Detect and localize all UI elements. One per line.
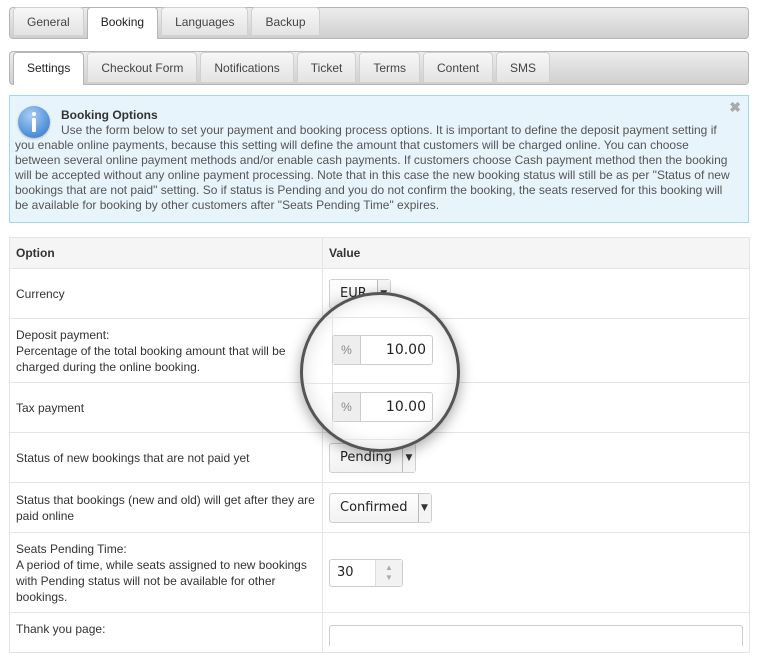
tab-content[interactable]: Content xyxy=(423,52,494,82)
info-body: Use the form below to set your payment a… xyxy=(15,123,730,212)
tab-ticket[interactable]: Ticket xyxy=(296,52,357,82)
table-row: Seats Pending Time: A period of time, whi… xyxy=(9,532,750,613)
deposit-desc: Percentage of the total booking amount t… xyxy=(16,343,286,374)
tab-sms[interactable]: SMS xyxy=(496,52,551,82)
tab-settings[interactable]: Settings xyxy=(13,52,85,85)
tab-backup[interactable]: Backup xyxy=(251,7,320,35)
spin-down-icon[interactable]: ▼ xyxy=(385,573,393,583)
chevron-down-icon: ▼ xyxy=(417,493,431,522)
status-paid-label: Status that bookings (new and old) will … xyxy=(9,482,323,533)
thank-you-label: Thank you page: xyxy=(9,612,323,653)
currency-label: Currency xyxy=(9,268,323,319)
table-row: Thank you page: xyxy=(9,612,750,653)
tax-input-magnified: % 10.00 xyxy=(332,392,433,422)
tab-notifications[interactable]: Notifications xyxy=(200,52,294,82)
header-option: Option xyxy=(9,237,323,269)
deposit-input-magnified: % 10.00 xyxy=(332,335,433,365)
pending-time-desc: A period of time, while seats assigned t… xyxy=(16,557,307,604)
header-value: Value xyxy=(322,237,750,269)
main-tab-bar: General Booking Languages Backup xyxy=(9,7,749,39)
table-row: Status that bookings (new and old) will … xyxy=(9,482,750,533)
magnifier-lens: % 10.00 % 10.00 xyxy=(300,292,460,452)
deposit-label: Deposit payment: xyxy=(16,327,110,342)
info-title: Booking Options xyxy=(61,108,158,122)
thank-you-url-input[interactable] xyxy=(329,625,743,646)
sub-tab-bar: Settings Checkout Form Notifications Tic… xyxy=(9,51,749,85)
pending-time-stepper[interactable]: 30 ▲ ▼ xyxy=(329,558,403,587)
tab-terms[interactable]: Terms xyxy=(359,52,420,82)
close-icon[interactable]: ✖ xyxy=(729,100,741,115)
tab-checkout-form[interactable]: Checkout Form xyxy=(87,52,198,82)
pending-time-label: Seats Pending Time: xyxy=(16,541,127,556)
tab-languages[interactable]: Languages xyxy=(161,7,249,35)
spin-up-icon[interactable]: ▲ xyxy=(385,563,393,573)
tab-general[interactable]: General xyxy=(13,7,84,35)
tab-booking[interactable]: Booking xyxy=(86,7,159,39)
status-unpaid-label: Status of new bookings that are not paid… xyxy=(9,432,323,483)
tax-label: Tax payment xyxy=(9,382,323,433)
info-box: Booking Options Use the form below to se… xyxy=(9,95,749,223)
status-paid-select[interactable]: Confirmed ▼ xyxy=(329,492,432,523)
